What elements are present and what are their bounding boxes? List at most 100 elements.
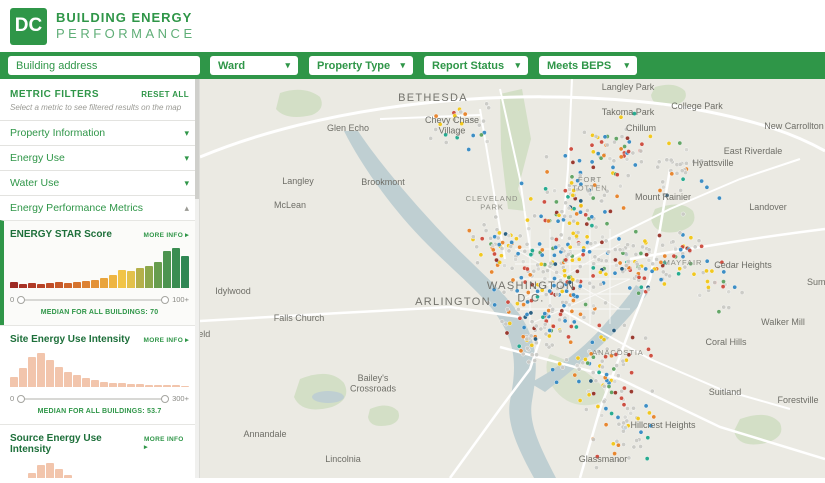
histogram-bar [154,385,162,387]
histogram-bar [145,266,153,288]
more-info-link[interactable]: MORE INFO ▸ [144,436,189,451]
histogram-bar [118,383,126,387]
svg-text:Glen Echo: Glen Echo [327,123,369,133]
histogram-bar [109,383,117,387]
histogram-bar [154,262,162,288]
histogram-bar [136,268,144,288]
report-status-dropdown-label: Report Status [432,60,504,72]
svg-text:ANACOSTIA: ANACOSTIA [592,348,643,357]
histogram-bar [145,385,153,387]
svg-text:Walker Mill: Walker Mill [761,317,805,327]
source-eui-histogram [10,463,189,478]
histogram-bar [37,465,45,478]
sidebar-section-energy-use[interactable]: Energy Use ▾ [0,145,199,170]
metric-source-energy-use-intensity[interactable]: Source Energy Use Intensity MORE INFO ▸ … [0,424,199,478]
ward-dropdown[interactable]: Ward ▾ [210,56,298,75]
metric-site-energy-use-intensity[interactable]: Site Energy Use Intensity MORE INFO ▸ 0 … [0,325,199,424]
svg-text:Annandale: Annandale [243,429,286,439]
dc-logo: DC [10,8,47,45]
svg-text:FORTTOTTEN: FORTTOTTEN [572,175,607,193]
more-info-arrow-icon: ▸ [185,337,189,344]
sidebar-section-water-use[interactable]: Water Use ▾ [0,170,199,195]
svg-text:Cedar Heights: Cedar Heights [714,260,772,270]
svg-text:Langley Park: Langley Park [602,82,655,92]
svg-text:Glassmanor: Glassmanor [579,454,628,464]
ward-dropdown-label: Ward [218,60,245,72]
histogram-bar [10,282,18,288]
histogram-bar [100,382,108,387]
chevron-down-icon: ▾ [184,128,189,139]
more-info-link[interactable]: MORE INFO ▸ [144,336,189,344]
sidebar-section-energy-performance-metrics[interactable]: Energy Performance Metrics ▴ [0,195,199,220]
histogram-bar [172,385,180,387]
histogram-bar [91,380,99,387]
svg-text:Forestville: Forestville [777,395,818,405]
svg-text:Summer: Summer [807,277,825,287]
slider-min-label: 0 [10,394,14,403]
sidebar-scrollbar-thumb[interactable] [195,79,199,199]
histogram-bar [19,368,27,387]
search-input[interactable] [16,60,192,72]
slider-track[interactable] [19,398,167,400]
slider-max-label: 300+ [172,394,189,403]
property-type-dropdown[interactable]: Property Type ▾ [309,56,413,75]
section-label: Water Use [10,177,59,189]
histogram-bar [73,282,81,288]
metric-filters-sidebar: METRIC FILTERS RESET ALL Select a metric… [0,79,200,478]
svg-text:Takoma Park: Takoma Park [602,107,655,117]
section-label: Energy Performance Metrics [10,202,143,214]
chevron-down-icon: ▾ [515,60,520,71]
histogram-bar [181,386,189,387]
building-address-search[interactable] [8,56,200,75]
histogram-bar [55,367,63,387]
histogram-bar [73,375,81,387]
more-info-link[interactable]: MORE INFO ▸ [144,231,189,239]
histogram-bar [46,463,54,478]
svg-text:Brookmont: Brookmont [361,177,405,187]
histogram-bar [172,248,180,288]
slider-track[interactable] [19,299,167,301]
app-title: BUILDING ENERGY PERFORMANCE [56,10,196,43]
svg-text:BETHESDA: BETHESDA [398,92,468,104]
app-title-line2: PERFORMANCE [56,26,196,42]
histogram-bar [109,275,117,288]
app-header: DC BUILDING ENERGY PERFORMANCE [0,0,825,52]
svg-text:MAYFAIR: MAYFAIR [664,258,703,267]
svg-text:Chillum: Chillum [626,123,656,133]
svg-text:Landover: Landover [749,202,787,212]
slider-handle-min[interactable] [17,296,25,304]
chevron-down-icon: ▾ [184,153,189,164]
meets-beps-dropdown[interactable]: Meets BEPS ▾ [539,56,637,75]
metric-energy-star-score[interactable]: ENERGY STAR Score MORE INFO ▸ 0 100+ MED… [0,220,199,325]
section-label: Property Information [10,127,105,139]
energy-star-histogram [10,248,189,288]
slider-handle-max[interactable] [161,296,169,304]
report-status-dropdown[interactable]: Report Status ▾ [424,56,528,75]
sidebar-section-property-information[interactable]: Property Information ▾ [0,120,199,145]
svg-text:Coral Hills: Coral Hills [705,337,747,347]
chevron-down-icon: ▾ [285,60,290,71]
chevron-up-icon: ▴ [184,203,189,214]
map-canvas[interactable]: BETHESDALangley ParkCollege ParkTakoma P… [200,79,825,478]
metric-title: Site Energy Use Intensity [10,334,130,345]
histogram-bar [163,251,171,288]
svg-text:McLean: McLean [274,200,306,210]
histogram-bar [37,284,45,288]
median-value: 53.7 [147,408,161,415]
more-info-arrow-icon: ▸ [144,444,148,451]
sidebar-scrollbar[interactable] [195,79,199,478]
slider-handle-min[interactable] [17,395,25,403]
median-text: MEDIAN FOR ALL BUILDINGS: 70 [10,309,189,316]
histogram-bar [127,271,135,288]
slider-handle-max[interactable] [161,395,169,403]
slider-min-label: 0 [10,295,14,304]
site-eui-range-slider: 0 300+ [10,394,189,403]
histogram-bar [55,282,63,288]
meets-beps-dropdown-label: Meets BEPS [547,60,611,72]
histogram-bar [100,278,108,288]
reset-all-button[interactable]: RESET ALL [141,90,189,99]
histogram-bar [127,384,135,387]
svg-text:Idylwood: Idylwood [215,286,251,296]
svg-text:Hillcrest Heights: Hillcrest Heights [630,420,696,430]
histogram-bar [163,385,171,387]
